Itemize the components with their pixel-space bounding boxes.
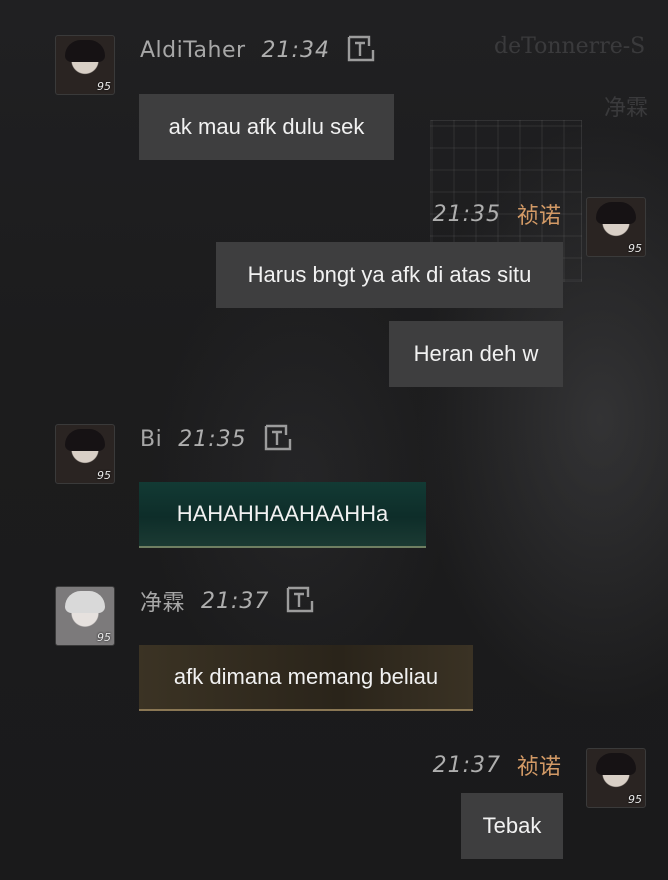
- sender-name[interactable]: 净霖: [140, 585, 185, 617]
- avatar-level: 95: [628, 242, 642, 255]
- message-bubble[interactable]: Heran deh w: [389, 321, 563, 387]
- message-time: 21:34: [261, 37, 330, 63]
- message-bubble[interactable]: Tebak: [461, 793, 563, 859]
- avatar-level: 95: [97, 469, 111, 482]
- sender-name[interactable]: Bi: [140, 427, 162, 452]
- message-meta: Bi 21:35: [140, 424, 293, 454]
- translate-icon[interactable]: [263, 423, 293, 455]
- sender-name-self[interactable]: 祯诺: [517, 749, 561, 781]
- message-meta: 净霖 21:37: [140, 586, 315, 616]
- translate-icon[interactable]: [285, 585, 315, 617]
- avatar-level: 95: [628, 793, 642, 806]
- avatar-portrait: [65, 591, 105, 613]
- avatar-level: 95: [97, 80, 111, 93]
- background-text-cn: 净霖: [604, 96, 649, 121]
- avatar-portrait: [596, 202, 636, 224]
- message-meta-self: 21:37 祯诺: [432, 749, 561, 781]
- message-bubble[interactable]: ak mau afk dulu sek: [139, 94, 394, 160]
- sender-name-self[interactable]: 祯诺: [517, 198, 561, 230]
- message-meta: AldiTaher 21:34: [140, 35, 376, 65]
- avatar-self[interactable]: 95: [586, 197, 646, 257]
- avatar-jinglin[interactable]: 95: [55, 586, 115, 646]
- avatar-portrait: [65, 429, 105, 451]
- translate-icon[interactable]: [346, 34, 376, 66]
- avatar-self[interactable]: 95: [586, 748, 646, 808]
- message-bubble-themed[interactable]: HAHAHHAAHAAHHa: [139, 482, 426, 548]
- message-time: 21:37: [201, 588, 270, 614]
- message-time: 21:35: [432, 201, 501, 227]
- avatar-portrait: [596, 753, 636, 775]
- avatar-bi[interactable]: 95: [55, 424, 115, 484]
- message-bubble[interactable]: Harus bngt ya afk di atas situ: [216, 242, 563, 308]
- message-time: 21:37: [432, 752, 501, 778]
- message-bubble-themed[interactable]: afk dimana memang beliau: [139, 645, 473, 711]
- message-time: 21:35: [178, 426, 247, 452]
- sender-name[interactable]: AldiTaher: [140, 38, 246, 63]
- background-text: deTonnerre-S: [494, 34, 646, 59]
- message-meta-self: 21:35 祯诺: [432, 198, 561, 230]
- avatar-level: 95: [97, 631, 111, 644]
- avatar-alditaher[interactable]: 95: [55, 35, 115, 95]
- avatar-portrait: [65, 40, 105, 62]
